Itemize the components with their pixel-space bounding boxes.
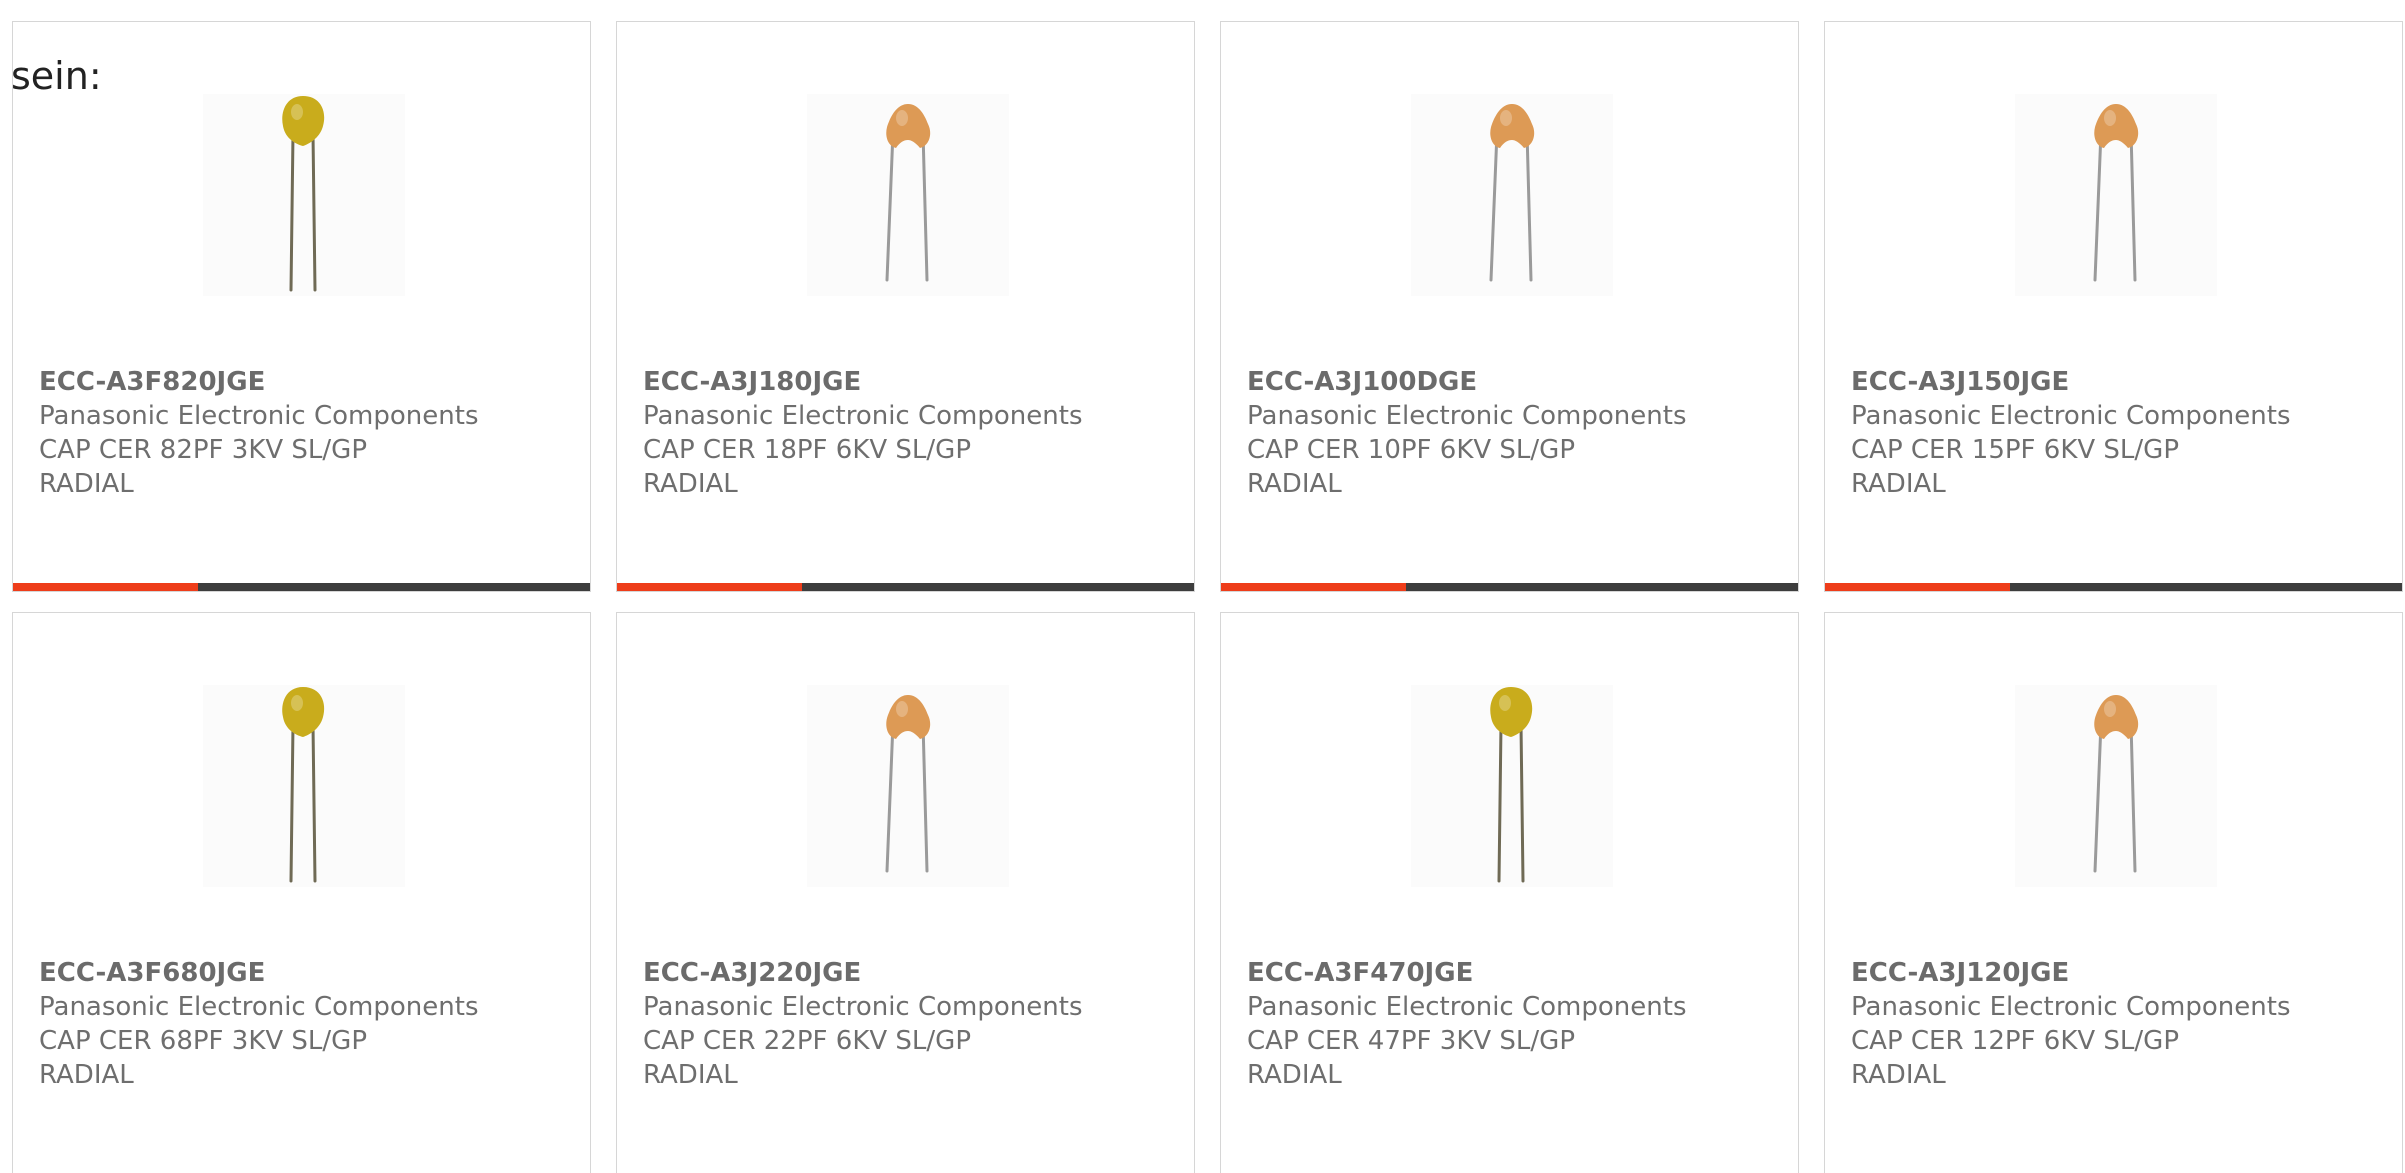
ceramic-capacitor-yellow-icon [282,687,325,883]
part-number[interactable]: ECC-A3J100DGE [1247,365,1788,399]
capacitor-body [1490,104,1535,148]
capacitor-lead [2093,130,2103,282]
capacitor-image [2015,94,2217,296]
product-card[interactable]: ECC-A3J180JGE Panasonic Electronic Compo… [616,21,1195,592]
capacitor-body [886,695,931,739]
product-description: CAP CER 18PF 6KV SL/GP RADIAL [643,435,971,499]
capacitor-lead [2129,721,2137,873]
ceramic-capacitor-orange-icon [1489,104,1535,282]
ceramic-capacitor-orange-icon [885,695,931,873]
capacitor-highlight [2104,110,2116,126]
card-progress-fill [1825,583,2010,591]
capacitor-lead [311,723,317,883]
capacitor-lead [1525,130,1533,282]
capacitor-image [203,685,405,887]
part-number[interactable]: ECC-A3J220JGE [643,956,1184,990]
product-card[interactable]: ECC-A3J150JGE Panasonic Electronic Compo… [1824,21,2403,592]
ceramic-capacitor-yellow-icon [1490,687,1533,883]
card-progress-bar [617,583,1194,591]
part-number[interactable]: ECC-A3J180JGE [643,365,1184,399]
card-progress-bar [1825,583,2402,591]
capacitor-highlight [896,701,908,717]
product-grid-page: sein: ECC-A3F820JGE Panasonic Electronic… [0,0,2405,1173]
capacitor-lead [1519,723,1525,883]
manufacturer: Panasonic Electronic Components [1851,992,2291,1022]
capacitor-lead [885,721,895,873]
product-card[interactable]: ECC-A3J220JGE Panasonic Electronic Compo… [616,612,1195,1173]
manufacturer: Panasonic Electronic Components [643,401,1083,431]
product-card[interactable]: ECC-A3F470JGE Panasonic Electronic Compo… [1220,612,1799,1173]
capacitor-highlight [1500,110,1512,126]
capacitor-highlight [2104,701,2116,717]
capacitor-image [203,94,405,296]
capacitor-highlight [1499,695,1511,711]
card-progress-fill [617,583,802,591]
product-card[interactable]: ECC-A3J100DGE Panasonic Electronic Compo… [1220,21,1799,592]
capacitor-body [1490,687,1533,737]
capacitor-lead [289,132,295,292]
card-progress-fill [1221,583,1406,591]
capacitor-highlight [896,110,908,126]
product-card[interactable]: ECC-A3F680JGE Panasonic Electronic Compo… [12,612,591,1173]
capacitor-body [2094,104,2139,148]
manufacturer: Panasonic Electronic Components [1247,992,1687,1022]
card-progress-bar [1221,583,1798,591]
product-description: CAP CER 10PF 6KV SL/GP RADIAL [1247,435,1575,499]
product-description: CAP CER 12PF 6KV SL/GP RADIAL [1851,1026,2179,1090]
capacitor-lead [921,130,929,282]
part-number[interactable]: ECC-A3J150JGE [1851,365,2392,399]
manufacturer: Panasonic Electronic Components [1851,401,2291,431]
part-number[interactable]: ECC-A3F680JGE [39,956,580,990]
capacitor-lead [1489,130,1499,282]
capacitor-image [807,685,1009,887]
ceramic-capacitor-orange-icon [2093,104,2139,282]
product-description: CAP CER 68PF 3KV SL/GP RADIAL [39,1026,367,1090]
card-progress-bar [13,583,590,591]
capacitor-body [282,687,325,737]
capacitor-lead [2129,130,2137,282]
ceramic-capacitor-orange-icon [2093,695,2139,873]
capacitor-highlight [291,104,303,120]
capacitor-lead [921,721,929,873]
capacitor-image [1411,94,1613,296]
card-progress-fill [13,583,198,591]
product-card[interactable]: ECC-A3F820JGE Panasonic Electronic Compo… [12,21,591,592]
capacitor-lead [1497,723,1503,883]
capacitor-body [282,96,325,146]
capacitor-lead [2093,721,2103,873]
manufacturer: Panasonic Electronic Components [643,992,1083,1022]
product-description: CAP CER 82PF 3KV SL/GP RADIAL [39,435,367,499]
ceramic-capacitor-yellow-icon [282,96,325,292]
manufacturer: Panasonic Electronic Components [39,992,479,1022]
product-description: CAP CER 47PF 3KV SL/GP RADIAL [1247,1026,1575,1090]
capacitor-highlight [291,695,303,711]
product-card[interactable]: ECC-A3J120JGE Panasonic Electronic Compo… [1824,612,2403,1173]
product-description: CAP CER 15PF 6KV SL/GP RADIAL [1851,435,2179,499]
capacitor-lead [311,132,317,292]
capacitor-image [2015,685,2217,887]
part-number[interactable]: ECC-A3F470JGE [1247,956,1788,990]
part-number[interactable]: ECC-A3F820JGE [39,365,580,399]
intro-text: sein: [11,54,102,98]
ceramic-capacitor-orange-icon [885,104,931,282]
capacitor-image [807,94,1009,296]
capacitor-lead [289,723,295,883]
product-description: CAP CER 22PF 6KV SL/GP RADIAL [643,1026,971,1090]
capacitor-lead [885,130,895,282]
manufacturer: Panasonic Electronic Components [39,401,479,431]
capacitor-image [1411,685,1613,887]
part-number[interactable]: ECC-A3J120JGE [1851,956,2392,990]
manufacturer: Panasonic Electronic Components [1247,401,1687,431]
capacitor-body [2094,695,2139,739]
capacitor-body [886,104,931,148]
